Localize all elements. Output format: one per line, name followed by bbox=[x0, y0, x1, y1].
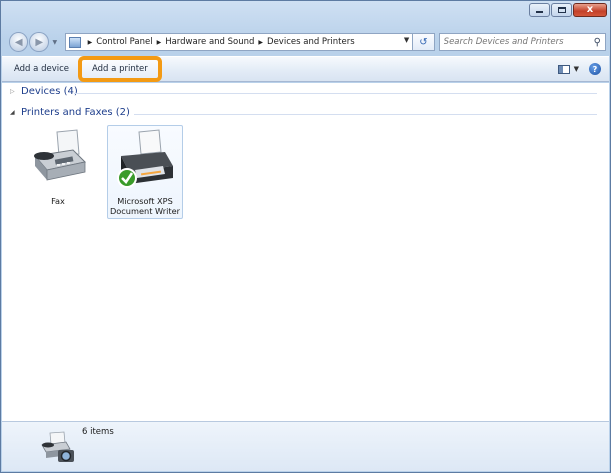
group-divider bbox=[134, 114, 597, 115]
command-bar-right: ▼ ? bbox=[557, 63, 609, 75]
breadcrumb-separator-icon: ▶ bbox=[156, 38, 162, 46]
breadcrumb-hardware-and-sound[interactable]: Hardware and Sound bbox=[165, 37, 254, 47]
chevron-down-icon: ▼ bbox=[52, 38, 58, 46]
forward-arrow-icon: ▶ bbox=[35, 36, 44, 48]
breadcrumb-devices-and-printers[interactable]: Devices and Printers bbox=[267, 37, 355, 47]
printer-camera-icon bbox=[41, 431, 74, 462]
back-button[interactable]: ◀ bbox=[9, 32, 29, 52]
maximize-icon bbox=[557, 7, 566, 13]
printer-name-xps: Microsoft XPS Document Writer bbox=[109, 196, 180, 216]
maximize-button[interactable] bbox=[551, 3, 572, 17]
status-bar: 6 items bbox=[2, 421, 609, 471]
close-icon: x bbox=[586, 4, 594, 15]
forward-button[interactable]: ▶ bbox=[29, 32, 49, 52]
refresh-button[interactable]: ↺ bbox=[413, 33, 435, 51]
breadcrumb-control-panel[interactable]: Control Panel bbox=[96, 37, 152, 47]
address-dropdown-icon[interactable]: ▼ bbox=[404, 36, 409, 44]
devices-and-printers-window: x ◀ ▶ ▼ ▶ Control Panel ▶ Hardware and S… bbox=[0, 0, 611, 473]
group-divider bbox=[74, 93, 597, 94]
collapse-triangle-icon: ◢ bbox=[10, 109, 15, 116]
minimize-button[interactable] bbox=[529, 3, 550, 17]
recent-pages-button[interactable]: ▼ bbox=[49, 36, 61, 48]
items-pane: ▷ Devices (4) ◢ Printers and Faxes (2) F… bbox=[2, 83, 609, 421]
chevron-down-icon: ▼ bbox=[573, 65, 579, 73]
group-devices[interactable]: ▷ Devices (4) bbox=[10, 86, 78, 97]
refresh-icon: ↺ bbox=[419, 36, 428, 48]
fax-icon bbox=[34, 129, 87, 181]
add-device-button[interactable]: Add a device bbox=[8, 60, 75, 78]
address-bar[interactable]: ▶ Control Panel ▶ Hardware and Sound ▶ D… bbox=[64, 33, 414, 51]
close-button[interactable]: x bbox=[573, 3, 607, 17]
breadcrumb: ▶ Control Panel ▶ Hardware and Sound ▶ D… bbox=[84, 37, 355, 47]
printer-name-fax: Fax bbox=[51, 196, 65, 206]
change-view-button[interactable]: ▼ bbox=[557, 64, 579, 74]
printer-tile-fax[interactable]: Fax bbox=[20, 126, 96, 220]
add-printer-button[interactable]: Add a printer bbox=[78, 56, 162, 82]
breadcrumb-separator-icon: ▶ bbox=[87, 38, 93, 46]
back-arrow-icon: ◀ bbox=[14, 36, 23, 48]
group-devices-label: Devices (4) bbox=[21, 86, 78, 97]
search-icon[interactable]: ⚲ bbox=[594, 37, 601, 48]
group-printers-label: Printers and Faxes (2) bbox=[21, 107, 130, 118]
minimize-icon bbox=[536, 11, 543, 13]
printer-tile-xps-document-writer[interactable]: Microsoft XPS Document Writer bbox=[107, 125, 183, 219]
group-printers-and-faxes[interactable]: ◢ Printers and Faxes (2) bbox=[10, 107, 130, 118]
caption-buttons: x bbox=[529, 3, 607, 17]
search-input[interactable] bbox=[443, 37, 594, 47]
printer-icon bbox=[117, 129, 173, 188]
expand-triangle-icon: ▷ bbox=[10, 88, 15, 95]
breadcrumb-separator-icon: ▶ bbox=[258, 38, 264, 46]
command-bar: Add a device Add a printer ▼ ? bbox=[2, 56, 609, 82]
help-icon[interactable]: ? bbox=[589, 63, 601, 75]
control-panel-icon bbox=[68, 36, 81, 48]
item-count: 6 items bbox=[82, 427, 114, 437]
search-box[interactable]: ⚲ bbox=[438, 33, 606, 51]
view-icon bbox=[557, 64, 570, 74]
navigation-row: ◀ ▶ ▼ ▶ Control Panel ▶ Hardware and Sou… bbox=[9, 31, 606, 53]
